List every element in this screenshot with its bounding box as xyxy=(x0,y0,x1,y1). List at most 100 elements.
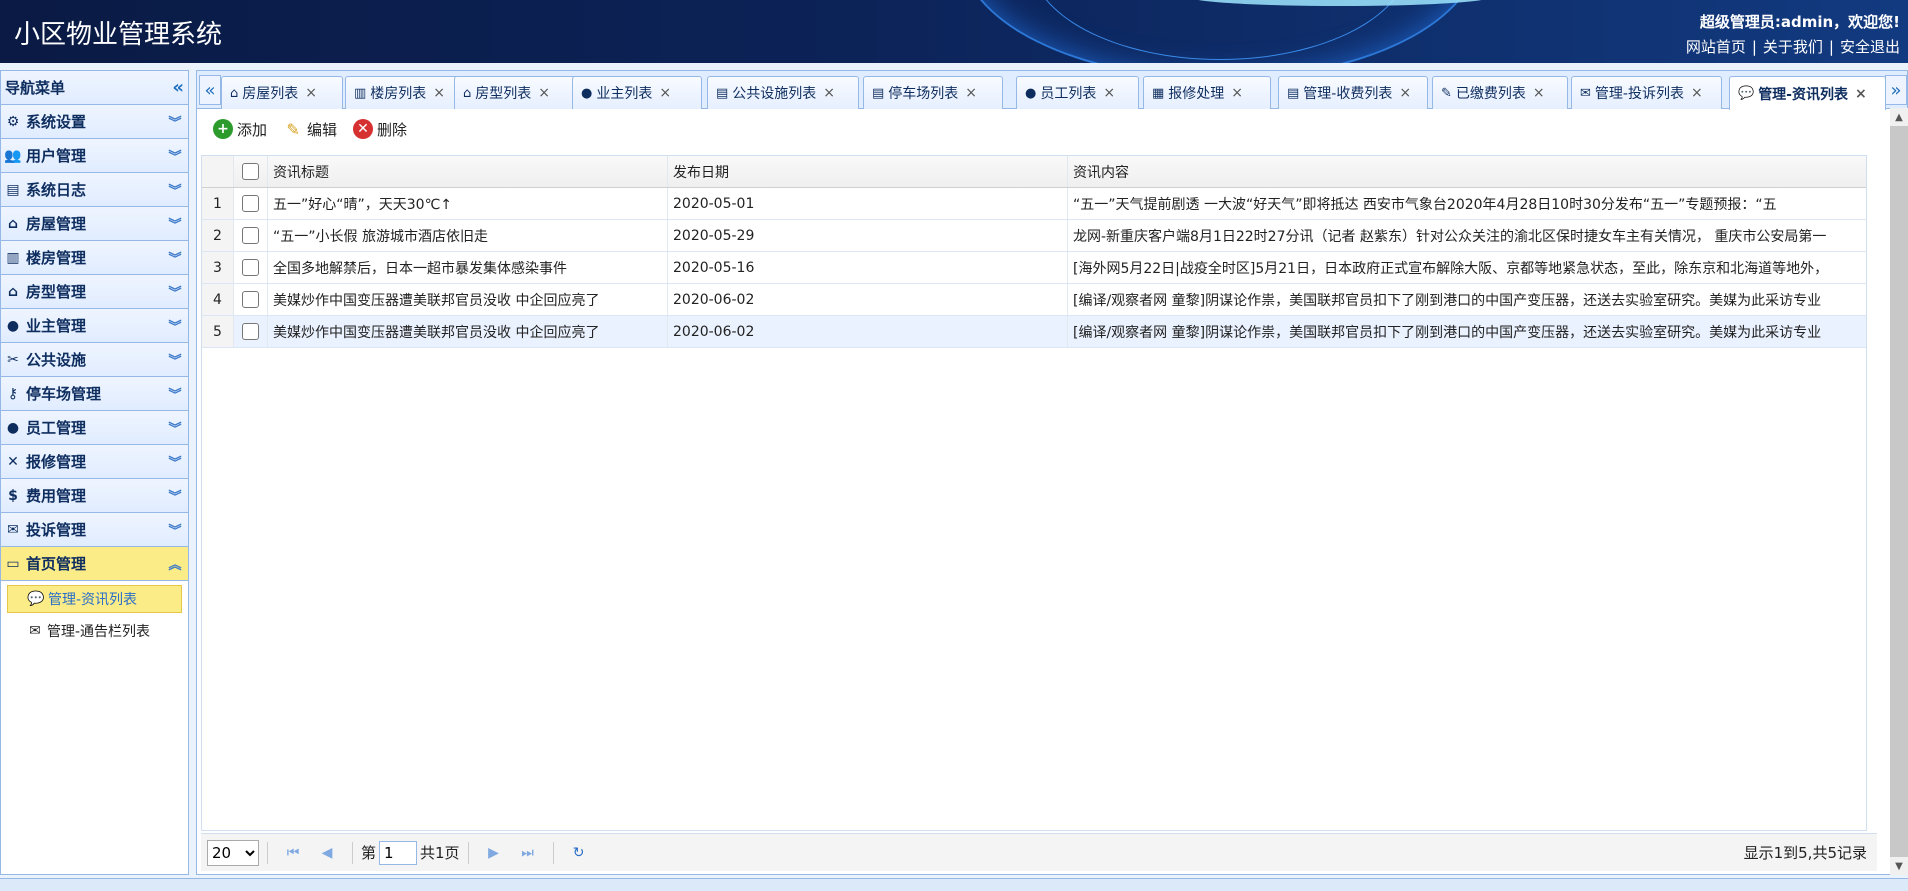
close-tab-icon[interactable]: × xyxy=(538,85,550,101)
close-tab-icon[interactable]: × xyxy=(1399,85,1411,101)
sidebar-item-label: 系统设置 xyxy=(26,113,87,131)
sidebar-item-label: 停车场管理 xyxy=(26,385,102,403)
sidebar-item[interactable]: ✂ 公共设施 ︾ xyxy=(1,343,188,377)
close-tab-icon[interactable]: × xyxy=(965,85,977,101)
tab[interactable]: ▤ 停车场列表 × xyxy=(863,76,1003,109)
close-tab-icon[interactable]: × xyxy=(659,85,671,101)
sidebar-subitem[interactable]: ✉ 管理-通告栏列表 xyxy=(7,617,182,645)
tab[interactable]: ✉ 管理-投诉列表 × xyxy=(1571,76,1722,109)
sidebar-item[interactable]: $ 费用管理 ︾ xyxy=(1,479,188,513)
tab[interactable]: ● 员工列表 × xyxy=(1016,76,1139,109)
prev-page-icon[interactable]: ◀ xyxy=(314,845,340,861)
row-checkbox[interactable] xyxy=(242,259,259,276)
sidebar-item-label: 员工管理 xyxy=(26,419,87,437)
sidebar-item[interactable]: ✕ 报修管理 ︾ xyxy=(1,445,188,479)
chat-icon: 💬 xyxy=(27,591,45,607)
table-row[interactable]: 2 “五一”小长假 旅游城市酒店依旧走 2020-05-29 龙网-新重庆客户端8月1… xyxy=(202,220,1866,252)
vertical-scrollbar[interactable]: ▲ ▼ xyxy=(1890,108,1908,875)
last-page-icon[interactable]: ⏭ xyxy=(515,845,541,861)
close-tab-icon[interactable]: × xyxy=(1691,85,1703,101)
scroll-down-icon[interactable]: ▼ xyxy=(1890,857,1908,875)
tab-label: 业主列表 xyxy=(596,86,653,102)
close-tab-icon[interactable]: × xyxy=(1103,85,1115,101)
tab-scroll-right-icon[interactable]: » xyxy=(1885,75,1907,105)
next-page-icon[interactable]: ▶ xyxy=(481,845,507,861)
bottom-status-bar xyxy=(0,878,1908,891)
close-tab-icon[interactable]: × xyxy=(1855,86,1867,102)
sidebar-item-label: 楼房管理 xyxy=(26,249,87,267)
table-row[interactable]: 1 五一”好心“晴”，天天30℃↑ 2020-05-01 “五一”天气提前剧透 一大波… xyxy=(202,188,1866,220)
record-info: 显示1到5,共5记录 xyxy=(1743,844,1867,862)
sidebar-item[interactable]: ▤ 系统日志 ︾ xyxy=(1,173,188,207)
page-size-select[interactable]: 20 xyxy=(207,839,259,866)
row-checkbox[interactable] xyxy=(242,323,259,340)
column-header-content[interactable]: 资讯内容 xyxy=(1068,156,1866,187)
notice-icon: ✉ xyxy=(29,623,41,639)
row-checkbox[interactable] xyxy=(242,195,259,212)
tab[interactable]: ▦ 报修处理 × xyxy=(1143,76,1271,109)
row-checkbox[interactable] xyxy=(242,227,259,244)
sidebar-item[interactable]: ✉ 投诉管理 ︾ xyxy=(1,513,188,547)
tab[interactable]: ▤ 公共设施列表 × xyxy=(707,76,859,109)
sidebar-item[interactable]: ⚙ 系统设置 ︾ xyxy=(1,105,188,139)
add-button[interactable]: + 添加 xyxy=(213,119,267,140)
close-tab-icon[interactable]: × xyxy=(1231,85,1243,101)
sidebar-item[interactable]: ▭ 首页管理 ︽ xyxy=(1,547,188,581)
row-number: 4 xyxy=(202,284,234,315)
first-page-icon[interactable]: ⏮ xyxy=(280,845,306,861)
tab-icon: ▤ xyxy=(716,85,729,101)
tab[interactable]: ⌂ 房型列表 × xyxy=(454,76,584,109)
link-logout[interactable]: 安全退出 xyxy=(1840,38,1900,56)
link-home[interactable]: 网站首页 xyxy=(1686,38,1746,56)
sidebar-item[interactable]: ● 业主管理 ︾ xyxy=(1,309,188,343)
sidebar-subitem[interactable]: 💬 管理-资讯列表 xyxy=(7,585,182,613)
tab-icon: ▤ xyxy=(872,85,885,101)
tab[interactable]: ▥ 楼房列表 × xyxy=(345,76,466,109)
edit-button-label: 编辑 xyxy=(307,120,338,139)
sidebar-item[interactable]: ⌂ 房屋管理 ︾ xyxy=(1,207,188,241)
close-tab-icon[interactable]: × xyxy=(305,85,317,101)
row-checkbox[interactable] xyxy=(242,291,259,308)
cell-date: 2020-05-16 xyxy=(668,252,1068,283)
chevron-down-icon: ︾ xyxy=(168,286,182,301)
collapse-sidebar-icon[interactable]: « xyxy=(172,77,184,98)
sidebar-subitem-label: 管理-资讯列表 xyxy=(48,592,138,608)
home-page-icon: ▭ xyxy=(6,555,20,572)
scroll-up-icon[interactable]: ▲ xyxy=(1890,108,1908,126)
tab-label: 房型列表 xyxy=(475,86,532,102)
column-header-title[interactable]: 资讯标题 xyxy=(268,156,668,187)
column-header-date[interactable]: 发布日期 xyxy=(668,156,1068,187)
current-page-input[interactable] xyxy=(379,840,418,865)
sidebar-item[interactable]: ⚷ 停车场管理 ︾ xyxy=(1,377,188,411)
cell-title: 全国多地解禁后，日本一超市暴发集体感染事件 xyxy=(268,252,668,283)
sidebar-item-label: 房型管理 xyxy=(26,283,87,301)
sidebar-item[interactable]: ⌂ 房型管理 ︾ xyxy=(1,275,188,309)
repair-icon: ✕ xyxy=(7,453,19,470)
sidebar-item[interactable]: 👥 用户管理 ︾ xyxy=(1,139,188,173)
close-tab-icon[interactable]: × xyxy=(1533,85,1545,101)
tab[interactable]: ✎ 已缴费列表 × xyxy=(1432,76,1568,109)
edit-button[interactable]: ✎ 编辑 xyxy=(283,119,337,140)
sidebar-item[interactable]: ● 员工管理 ︾ xyxy=(1,411,188,445)
pager-separator xyxy=(467,841,469,864)
tab[interactable]: ⌂ 房屋列表 × xyxy=(221,76,343,109)
tab-scroll-left-icon[interactable]: « xyxy=(199,75,221,105)
sidebar-item-label: 报修管理 xyxy=(26,453,87,471)
table-row[interactable]: 5 美媒炒作中国变压器遭美联邦官员没收 中企回应亮了 2020-06-02 [编译/观… xyxy=(202,316,1866,348)
table-row[interactable]: 4 美媒炒作中国变压器遭美联邦官员没收 中企回应亮了 2020-06-02 [编译/观… xyxy=(202,284,1866,316)
refresh-icon[interactable]: ↻ xyxy=(566,845,592,861)
close-tab-icon[interactable]: × xyxy=(823,85,835,101)
row-checkbox-cell xyxy=(234,220,268,251)
tab[interactable]: ▤ 管理-收费列表 × xyxy=(1278,76,1428,109)
table-row[interactable]: 3 全国多地解禁后，日本一超市暴发集体感染事件 2020-05-16 [海外网5月22… xyxy=(202,252,1866,284)
delete-button[interactable]: ✕ 删除 xyxy=(353,119,407,140)
sidebar-item-label: 业主管理 xyxy=(26,317,87,335)
sidebar-item[interactable]: ▥ 楼房管理 ︾ xyxy=(1,241,188,275)
tab[interactable]: ● 业主列表 × xyxy=(572,76,702,109)
news-table: 资讯标题 发布日期 资讯内容 1 五一”好心“晴”，天天30℃↑ 2020-05-0… xyxy=(201,155,1867,831)
tab[interactable]: 💬 管理-资讯列表 × xyxy=(1729,76,1886,110)
tab-icon: ▥ xyxy=(354,85,367,101)
select-all-checkbox[interactable] xyxy=(242,163,259,180)
close-tab-icon[interactable]: × xyxy=(433,85,445,101)
link-about[interactable]: 关于我们 xyxy=(1763,38,1823,56)
